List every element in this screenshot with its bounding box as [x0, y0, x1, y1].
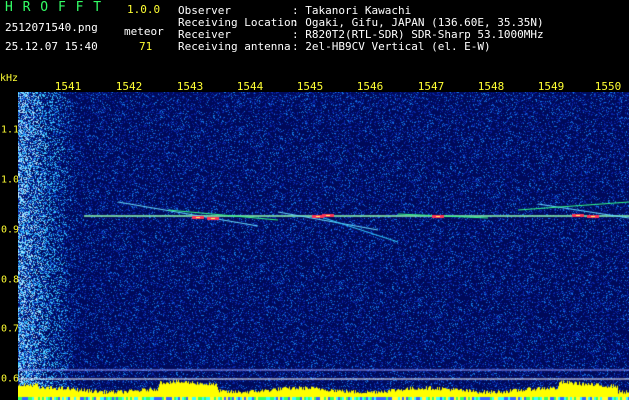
meteor-label: meteor	[124, 25, 164, 38]
y-tick-0-6: 0.6	[1, 373, 20, 385]
y-tick-1-0: 1.0	[1, 174, 20, 186]
info-value-antenna: : 2el-HB9CV Vertical (el. E-W)	[292, 40, 491, 53]
info-label-antenna: Receiving antenna	[178, 40, 291, 53]
filename: 2512071540.png	[5, 21, 98, 34]
app-version: 1.0.0	[127, 3, 161, 16]
spectrogram-plot	[18, 92, 629, 400]
y-tick-0-7: 0.7	[1, 323, 20, 335]
datetime: 25.12.07 15:40	[5, 40, 98, 53]
y-tick-1-1: 1.1	[1, 124, 20, 136]
y-tick-0-9: 0.9	[1, 224, 20, 236]
meteor-count: 71	[139, 40, 153, 53]
y-axis-unit: kHz	[0, 73, 19, 84]
app-name: H R O F F T	[5, 0, 103, 15]
y-tick-0-8: 0.8	[1, 274, 20, 286]
